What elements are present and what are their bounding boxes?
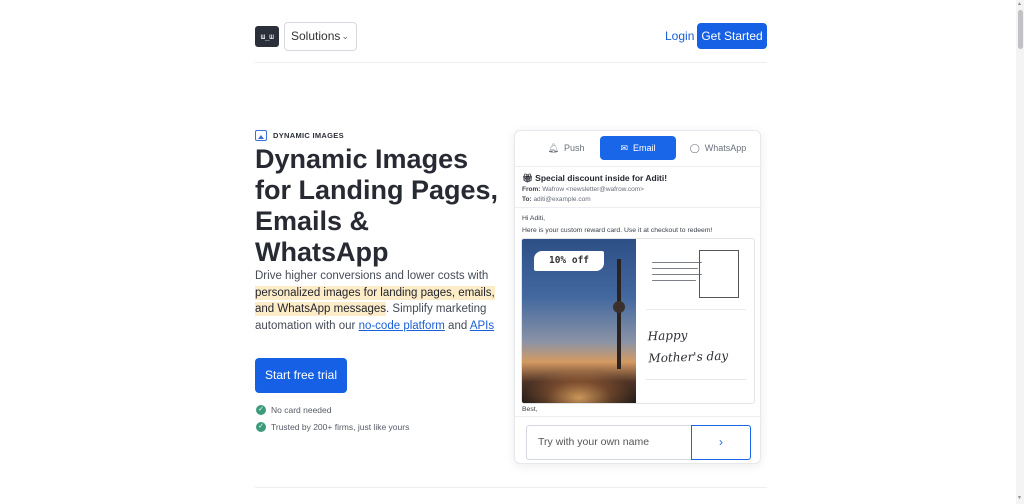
from-value: Wafrow <newsletter@wafrow.com>: [542, 186, 644, 193]
email-body: Hi Aditi, Here is your custom reward car…: [522, 213, 756, 236]
solutions-dropdown[interactable]: Solutions ⌄: [284, 22, 357, 51]
check-label: Trusted by 200+ firms, just like yours: [271, 422, 410, 432]
tab-label: Email: [633, 143, 656, 153]
email-greeting: Hi Aditi,: [522, 215, 546, 222]
page-title: Dynamic Images for Landing Pages, Emails…: [255, 144, 499, 267]
email-message: Here is your custom reward card. Use it …: [522, 226, 713, 234]
postmark-line: [652, 274, 702, 275]
image-icon: [255, 130, 267, 141]
tab-label: WhatsApp: [704, 143, 747, 153]
tab-push[interactable]: 🔔︎ Push: [523, 136, 609, 160]
section-divider: [255, 487, 767, 488]
check-label: No card needed: [271, 405, 332, 415]
login-link[interactable]: Login: [665, 29, 694, 43]
check-circle-icon: ✓: [256, 422, 266, 432]
reward-card-image: 10% off Happy Mother's day: [521, 238, 755, 404]
email-to: To: aditi@example.com: [522, 195, 756, 205]
to-value: aditi@example.com: [533, 196, 591, 203]
try-name-form: Try with your own name ›: [515, 416, 762, 465]
discount-badge: 10% off: [534, 251, 604, 271]
from-label: From:: [522, 186, 541, 193]
header-divider: [255, 62, 767, 63]
site-header: ɯ_ɯ Solutions ⌄ Login Get Started: [255, 22, 767, 52]
channel-tabs: 🔔︎ Push ✉ Email ◯ WhatsApp: [515, 131, 762, 167]
city-photo: 10% off: [522, 239, 636, 403]
greeting-script: Happy Mother's day: [647, 323, 728, 370]
city-lights: [522, 369, 636, 403]
description-text: Drive higher conversions and lower costs…: [255, 270, 489, 282]
demo-preview-card: 🔔︎ Push ✉ Email ◯ WhatsApp 🎁︎ Special disco…: [514, 130, 762, 465]
postcard-back: Happy Mother's day: [636, 239, 754, 403]
stamp-box: [699, 250, 739, 298]
scroll-down-icon[interactable]: ▼: [1017, 495, 1022, 501]
script-line-2: Mother's day: [648, 348, 729, 366]
gift-icon: 🎁︎: [522, 173, 536, 183]
description-text-3: and: [444, 319, 470, 332]
eyebrow-label: DYNAMIC IMAGES: [273, 131, 344, 140]
email-header: 🎁︎ Special discount inside for Aditi! Fr…: [522, 171, 756, 205]
solutions-label: Solutions: [291, 29, 341, 43]
subject-text: Special discount inside for Aditi!: [535, 173, 668, 183]
tab-label: Push: [563, 143, 585, 153]
tv-tower-shape: [617, 259, 621, 369]
brand-logo[interactable]: ɯ_ɯ: [255, 26, 279, 47]
start-free-trial-button[interactable]: Start free trial: [255, 358, 347, 393]
to-label: To:: [522, 196, 532, 203]
get-started-button[interactable]: Get Started: [697, 23, 767, 49]
postmark-line: [652, 280, 696, 281]
script-line-1: Happy: [647, 328, 688, 344]
chevron-right-icon: ›: [719, 435, 723, 449]
postmark-line: [652, 262, 702, 263]
scroll-up-icon[interactable]: ▲: [1017, 1, 1022, 7]
mail-icon: ✉: [620, 143, 629, 153]
email-subject: 🎁︎ Special discount inside for Aditi!: [522, 171, 756, 185]
bell-icon: 🔔︎: [547, 143, 559, 153]
hero-description: Drive higher conversions and lower costs…: [255, 268, 500, 334]
submit-name-button[interactable]: ›: [691, 425, 751, 460]
email-sign-off: Best,: [522, 406, 538, 413]
chevron-down-icon: ⌄: [341, 31, 349, 41]
postmark-line: [652, 268, 698, 269]
tv-tower-sphere: [613, 301, 625, 313]
tab-whatsapp[interactable]: ◯ WhatsApp: [681, 136, 755, 160]
name-input[interactable]: Try with your own name: [526, 425, 692, 460]
check-circle-icon: ✓: [256, 405, 266, 415]
tab-email[interactable]: ✉ Email: [600, 136, 676, 160]
whatsapp-icon: ◯: [689, 143, 700, 153]
address-line: [646, 379, 746, 380]
no-code-platform-link[interactable]: no-code platform: [359, 320, 445, 332]
email-divider: [515, 207, 762, 208]
page-scrollbar[interactable]: [1016, 0, 1024, 504]
scrollbar-thumb[interactable]: [1018, 10, 1023, 49]
address-line: [646, 309, 746, 310]
email-from: From: Wafrow <newsletter@wafrow.com>: [522, 185, 756, 195]
apis-link[interactable]: APIs: [470, 320, 494, 332]
